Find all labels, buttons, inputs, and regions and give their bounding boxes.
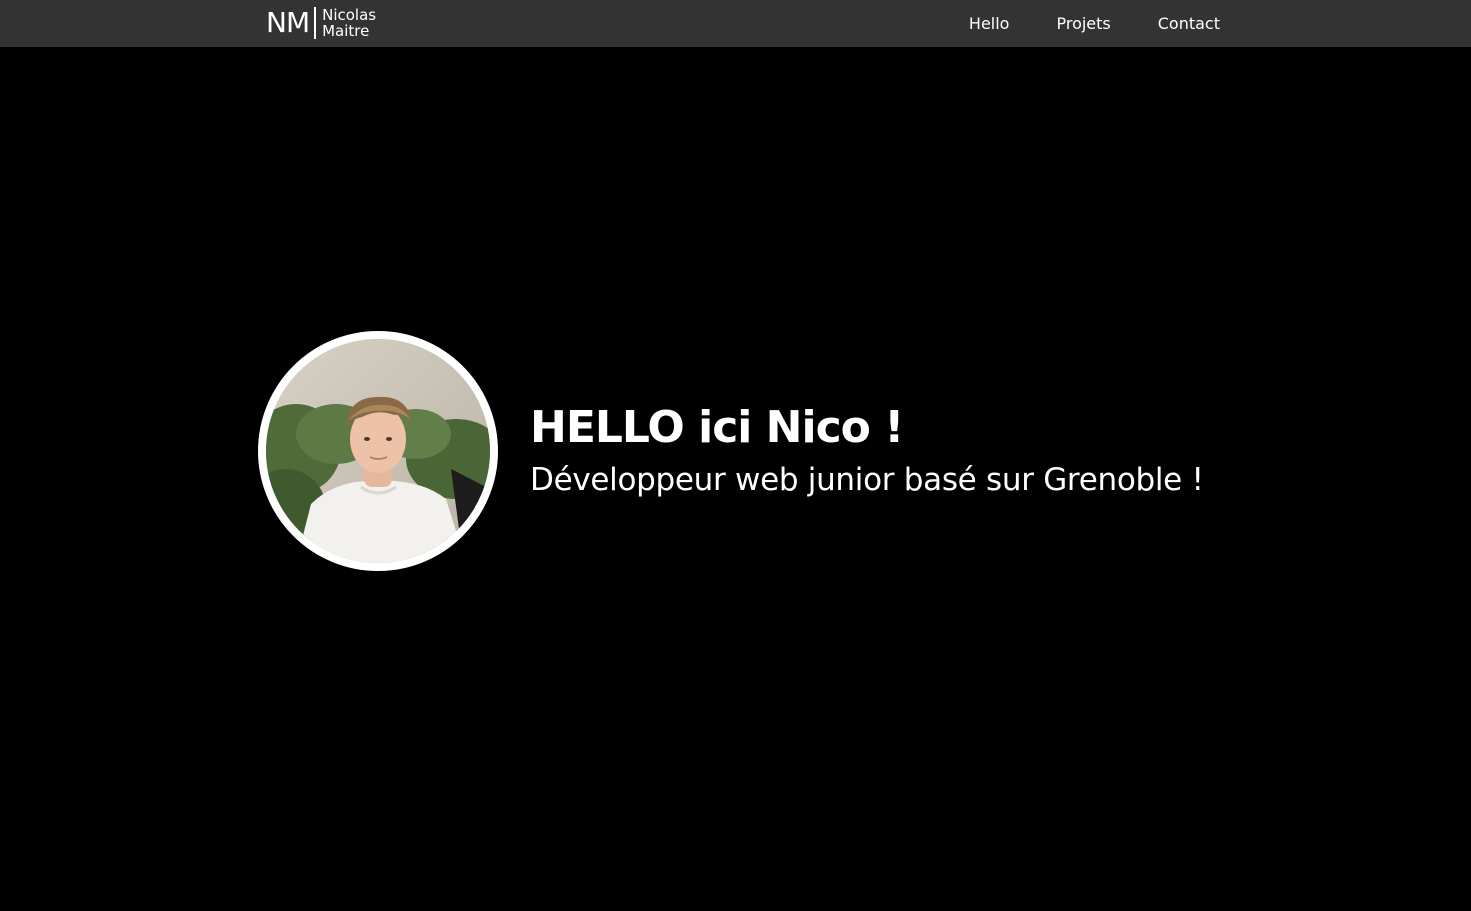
- navbar: NM Nicolas Maitre Hello Projets Contact: [0, 0, 1471, 47]
- logo-last-name: Maitre: [322, 22, 370, 40]
- hero-text: HELLO ici Nico ! Développeur web junior …: [530, 400, 1204, 502]
- logo-first-name: Nicolas: [322, 6, 377, 24]
- logo-link[interactable]: NM Nicolas Maitre: [266, 6, 376, 40]
- nav-link-contact[interactable]: Contact: [1158, 14, 1220, 33]
- hero-title: HELLO ici Nico !: [530, 402, 904, 453]
- nav-links: Hello Projets Contact: [969, 0, 1220, 47]
- nav-link-projets[interactable]: Projets: [1056, 14, 1110, 33]
- logo-divider: [314, 7, 317, 39]
- profile-photo-icon: [266, 339, 490, 563]
- avatar: [258, 331, 498, 571]
- hero-subtitle: Développeur web junior basé sur Grenoble…: [530, 462, 1204, 498]
- logo-initials: NM: [266, 6, 310, 39]
- hero-section: HELLO ici Nico ! Développeur web junior …: [258, 331, 1204, 571]
- nav-link-hello[interactable]: Hello: [969, 14, 1010, 33]
- logo-name: Nicolas Maitre: [322, 7, 376, 39]
